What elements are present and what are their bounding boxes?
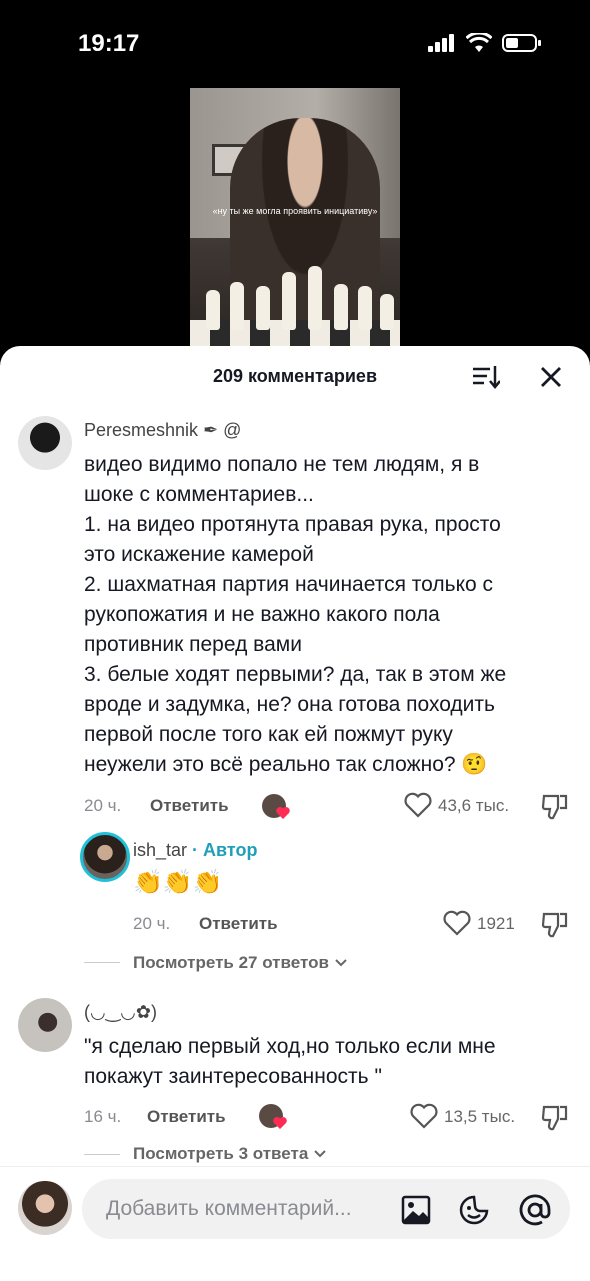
video-caption: «ну ты же могла проявить инициативу» (212, 206, 378, 216)
chess-piece (380, 294, 394, 330)
view-replies-button[interactable]: Посмотреть 3 ответа (133, 1144, 327, 1164)
sheet-header: 209 комментариев (0, 346, 590, 406)
dislike-icon[interactable] (540, 910, 570, 940)
dislike-icon[interactable] (540, 792, 570, 822)
comment-time: 20 ч. (84, 796, 122, 815)
username-suffix: @ (223, 420, 242, 440)
comment-line: шоке с комментариев... (84, 483, 314, 506)
like-count: 43,6 тыс. (438, 796, 510, 815)
comment-line: вроде и задумка, не? она готова походить (84, 693, 495, 716)
comments-count: 209 комментариев (212, 366, 378, 386)
close-icon[interactable] (536, 362, 566, 392)
comments-sheet: 209 комментариев Peresmeshnik ✒ @ видео … (0, 346, 590, 1281)
username-text: ish_tar (133, 840, 188, 860)
sort-icon[interactable] (470, 362, 500, 392)
heart-badge-icon (273, 1117, 287, 1129)
signal-icon (428, 34, 454, 52)
comment-line: рукопожатия и не важно какого пола (84, 603, 440, 626)
reply-button[interactable]: Ответить (150, 796, 229, 816)
heart-icon[interactable] (410, 1103, 438, 1129)
chess-piece (230, 282, 244, 330)
comment-line: первой после того как ей пожмут руку (84, 723, 453, 746)
comment-input-placeholder: Добавить комментарий... (106, 1197, 352, 1220)
avatar[interactable] (18, 998, 72, 1052)
comment-username[interactable]: (◡‿◡✿) (84, 1002, 157, 1023)
comment-input[interactable]: Добавить комментарий... (82, 1179, 570, 1239)
chevron-down-icon (314, 1150, 326, 1158)
avatar[interactable] (18, 1181, 72, 1235)
comment-line: "я сделаю первый ход,но только если мне (84, 1035, 496, 1058)
comment-line: неужели это всё реально так сложно? 🤨 (84, 750, 574, 780)
status-icons (428, 33, 542, 53)
video-preview[interactable]: «ну ты же могла проявить инициативу» (190, 88, 400, 350)
dislike-icon[interactable] (540, 1103, 570, 1133)
comment-line-text: неужели это всё реально так сложно? (84, 753, 456, 776)
comment-line: противник перед вами (84, 633, 302, 656)
avatar[interactable] (18, 416, 72, 470)
like-count: 1921 (477, 914, 515, 933)
raised-eyebrow-emoji: 🤨 (461, 753, 488, 776)
feather-icon: ✒ (203, 420, 219, 440)
comment-line: 2. шахматная партия начинается только с (84, 573, 494, 596)
battery-icon (502, 34, 541, 52)
divider-line (84, 962, 120, 963)
status-bar: 19:17 (0, 0, 590, 90)
comment-username[interactable]: Peresmeshnik ✒ @ (84, 420, 241, 441)
chess-piece (358, 286, 372, 330)
chess-piece (334, 284, 348, 330)
comment-text: "я сделаю первый ход,но только если мне … (84, 1032, 574, 1092)
username-text: Peresmeshnik (84, 420, 199, 440)
divider-line (84, 1154, 120, 1155)
mention-icon[interactable] (518, 1193, 552, 1227)
chess-piece (282, 272, 296, 330)
view-replies-label: Посмотреть 27 ответов (133, 953, 329, 972)
comment-time: 20 ч. (133, 914, 171, 933)
author-tag: · Автор (192, 840, 258, 860)
avatar[interactable] (80, 832, 130, 882)
comment-line: 1. на видео протянута правая рука, прост… (84, 513, 501, 536)
comment-input-bar: Добавить комментарий... (0, 1166, 590, 1281)
heart-icon[interactable] (404, 792, 432, 818)
heart-icon[interactable] (443, 910, 471, 936)
comment-time: 16 ч. (84, 1107, 122, 1126)
comment-line: покажут заинтересованность " (84, 1065, 382, 1088)
view-replies-label: Посмотреть 3 ответа (133, 1144, 309, 1163)
chess-piece (256, 286, 270, 330)
chevron-down-icon (334, 959, 347, 967)
image-icon[interactable] (400, 1194, 432, 1226)
comment-text: видео видимо попало не тем людям, я в шо… (84, 450, 574, 780)
chess-piece (308, 266, 322, 330)
chess-piece (206, 290, 220, 330)
reply-button[interactable]: Ответить (199, 914, 278, 934)
heart-badge-icon (276, 807, 290, 819)
comment-line: это искажение камерой (84, 543, 314, 566)
wifi-icon (466, 33, 492, 52)
view-replies-button[interactable]: Посмотреть 27 ответов (133, 953, 348, 973)
comment-line: видео видимо попало не тем людям, я в (84, 453, 480, 476)
like-count: 13,5 тыс. (444, 1107, 516, 1126)
comment-text: 👏👏👏 (133, 869, 223, 896)
comment-username[interactable]: ish_tar · Автор (133, 840, 257, 861)
status-time: 19:17 (78, 30, 140, 57)
reply-button[interactable]: Ответить (147, 1107, 226, 1127)
comment-line: 3. белые ходят первыми? да, так в этом ж… (84, 663, 507, 686)
emoji-icon[interactable] (458, 1194, 490, 1226)
